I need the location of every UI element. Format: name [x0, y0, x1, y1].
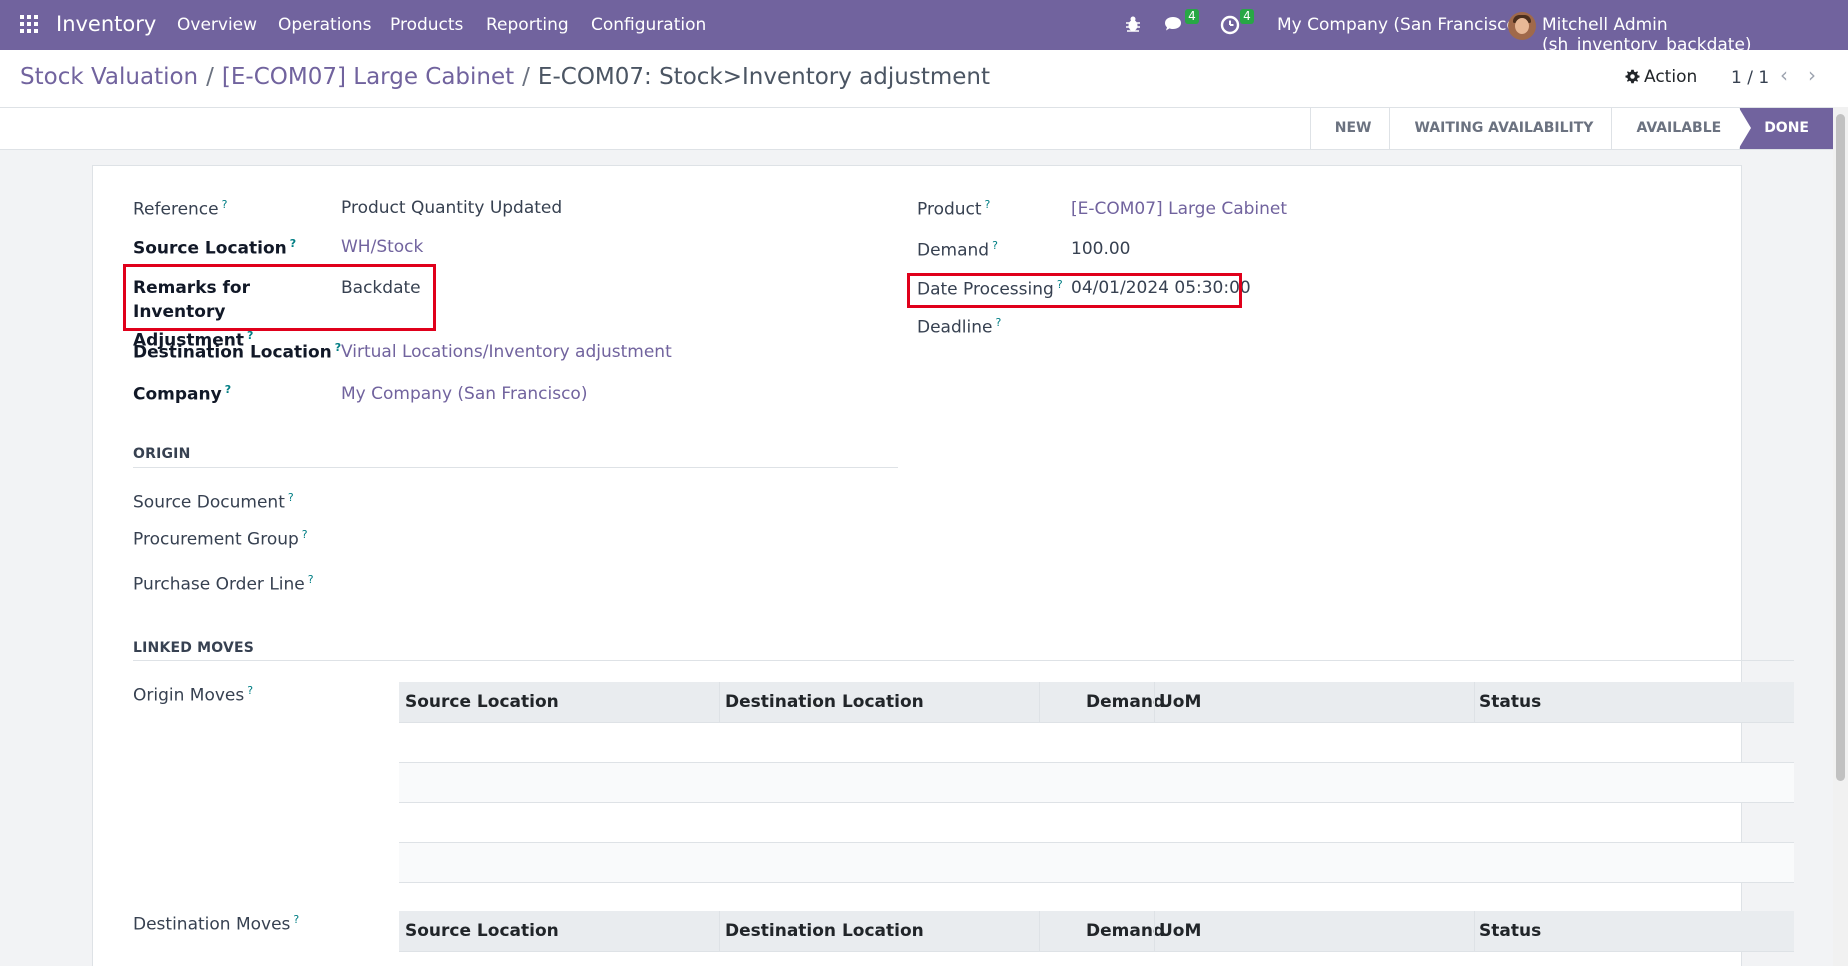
top-navbar: Inventory Overview Operations Products R…: [0, 0, 1848, 55]
source-location-label: Source Location?: [133, 237, 297, 259]
company-value[interactable]: My Company (San Francisco): [341, 384, 587, 404]
help-tooltip-icon[interactable]: ?: [302, 528, 308, 541]
deadline-label: Deadline?: [917, 316, 1002, 338]
linked-moves-section-title: LINKED MOVES: [133, 640, 255, 656]
source-location-value[interactable]: WH/Stock: [341, 237, 423, 257]
breadcrumb-product[interactable]: [E-COM07] Large Cabinet: [222, 64, 514, 90]
table-row: [399, 843, 1794, 883]
origin-section-divider: [133, 467, 898, 468]
help-tooltip-icon[interactable]: ?: [290, 237, 296, 250]
menu-configuration[interactable]: Configuration: [591, 15, 706, 35]
pager-previous-icon[interactable]: ‹: [1780, 63, 1788, 87]
status-step-done[interactable]: DONE: [1739, 108, 1833, 149]
form-sheet: Reference? Product Quantity Updated Sour…: [92, 165, 1794, 966]
status-step-waiting-availability[interactable]: WAITING AVAILABILITY: [1389, 108, 1612, 149]
help-tooltip-icon[interactable]: ?: [247, 684, 253, 697]
status-step-new[interactable]: NEW: [1309, 108, 1390, 149]
demand-value: 100.00: [1071, 239, 1131, 259]
reference-label: Reference?: [133, 198, 228, 220]
messages-count-badge: 4: [1185, 9, 1199, 24]
table-header: Source Location Destination Location Dem…: [399, 911, 1794, 952]
breadcrumb: Stock Valuation / [E-COM07] Large Cabinet /…: [20, 64, 990, 90]
column-uom[interactable]: UoM: [1159, 921, 1201, 941]
company-label: Company?: [133, 383, 232, 405]
breadcrumb-separator: /: [522, 64, 530, 90]
product-label: Product?: [917, 198, 991, 220]
menu-overview[interactable]: Overview: [177, 15, 257, 35]
activities-clock-icon[interactable]: [1220, 15, 1240, 35]
destination-location-label: Destination Location?: [133, 341, 342, 363]
help-tooltip-icon[interactable]: ?: [293, 913, 299, 926]
reference-value: Product Quantity Updated: [341, 198, 563, 218]
debug-bug-icon[interactable]: [1124, 15, 1142, 33]
help-tooltip-icon[interactable]: ?: [992, 239, 998, 252]
column-uom[interactable]: UoM: [1159, 692, 1201, 712]
user-avatar[interactable]: [1508, 12, 1536, 40]
help-tooltip-icon[interactable]: ?: [225, 383, 231, 396]
column-status[interactable]: Status: [1479, 692, 1541, 712]
origin-moves-label: Origin Moves?: [133, 684, 254, 706]
status-bar: NEW WAITING AVAILABILITY AVAILABLE DONE: [0, 107, 1833, 150]
messages-chat-icon[interactable]: [1163, 15, 1185, 35]
destination-location-value[interactable]: Virtual Locations/Inventory adjustment: [341, 342, 672, 362]
gear-icon: [1625, 69, 1640, 84]
table-header: Source Location Destination Location Dem…: [399, 682, 1794, 723]
user-menu[interactable]: Mitchell Admin (sh_inventory_backdate): [1542, 15, 1848, 55]
origin-section-title: ORIGIN: [133, 446, 191, 462]
destination-moves-table: Source Location Destination Location Dem…: [399, 911, 1794, 952]
control-panel: Stock Valuation / [E-COM07] Large Cabinet /…: [0, 50, 1848, 107]
product-value[interactable]: [E-COM07] Large Cabinet: [1071, 199, 1287, 219]
demand-label: Demand?: [917, 239, 998, 261]
menu-products[interactable]: Products: [390, 15, 463, 35]
procurement-group-label: Procurement Group?: [133, 528, 308, 550]
origin-moves-table: Source Location Destination Location Dem…: [399, 682, 1794, 883]
column-destination-location[interactable]: Destination Location: [725, 692, 924, 712]
status-steps: NEW WAITING AVAILABILITY AVAILABLE DONE: [1309, 108, 1833, 149]
company-switcher[interactable]: My Company (San Francisco): [1277, 15, 1523, 35]
column-destination-location[interactable]: Destination Location: [725, 921, 924, 941]
menu-reporting[interactable]: Reporting: [486, 15, 569, 35]
action-label: Action: [1644, 67, 1698, 87]
help-tooltip-icon[interactable]: ?: [222, 198, 228, 211]
table-row: [399, 803, 1794, 843]
help-tooltip-icon[interactable]: ?: [308, 573, 314, 586]
column-status[interactable]: Status: [1479, 921, 1541, 941]
action-button[interactable]: Action: [1625, 67, 1697, 87]
purchase-order-line-label: Purchase Order Line?: [133, 573, 314, 595]
app-name[interactable]: Inventory: [56, 12, 156, 36]
menu-operations[interactable]: Operations: [278, 15, 371, 35]
destination-moves-label: Destination Moves?: [133, 913, 300, 935]
help-tooltip-icon[interactable]: ?: [985, 198, 991, 211]
table-row: [399, 723, 1794, 763]
pager-value[interactable]: 1 / 1: [1731, 68, 1769, 88]
pager-next-icon[interactable]: ›: [1808, 63, 1816, 87]
linked-moves-section-divider: [133, 660, 1794, 661]
status-step-available[interactable]: AVAILABLE: [1611, 108, 1740, 149]
scrollbar-thumb[interactable]: [1836, 114, 1845, 781]
date-processing-highlight-box: [907, 273, 1242, 308]
table-row: [399, 763, 1794, 803]
breadcrumb-separator: /: [206, 64, 214, 90]
activities-count-badge: 4: [1240, 9, 1254, 24]
apps-menu-icon[interactable]: [20, 15, 40, 35]
breadcrumb-stock-valuation[interactable]: Stock Valuation: [20, 64, 198, 90]
source-document-label: Source Document?: [133, 491, 294, 513]
column-source-location[interactable]: Source Location: [405, 921, 559, 941]
page-title: E-COM07: Stock>Inventory adjustment: [537, 64, 990, 90]
column-source-location[interactable]: Source Location: [405, 692, 559, 712]
remarks-highlight-box: [123, 264, 436, 331]
help-tooltip-icon[interactable]: ?: [995, 316, 1001, 329]
help-tooltip-icon[interactable]: ?: [288, 491, 294, 504]
